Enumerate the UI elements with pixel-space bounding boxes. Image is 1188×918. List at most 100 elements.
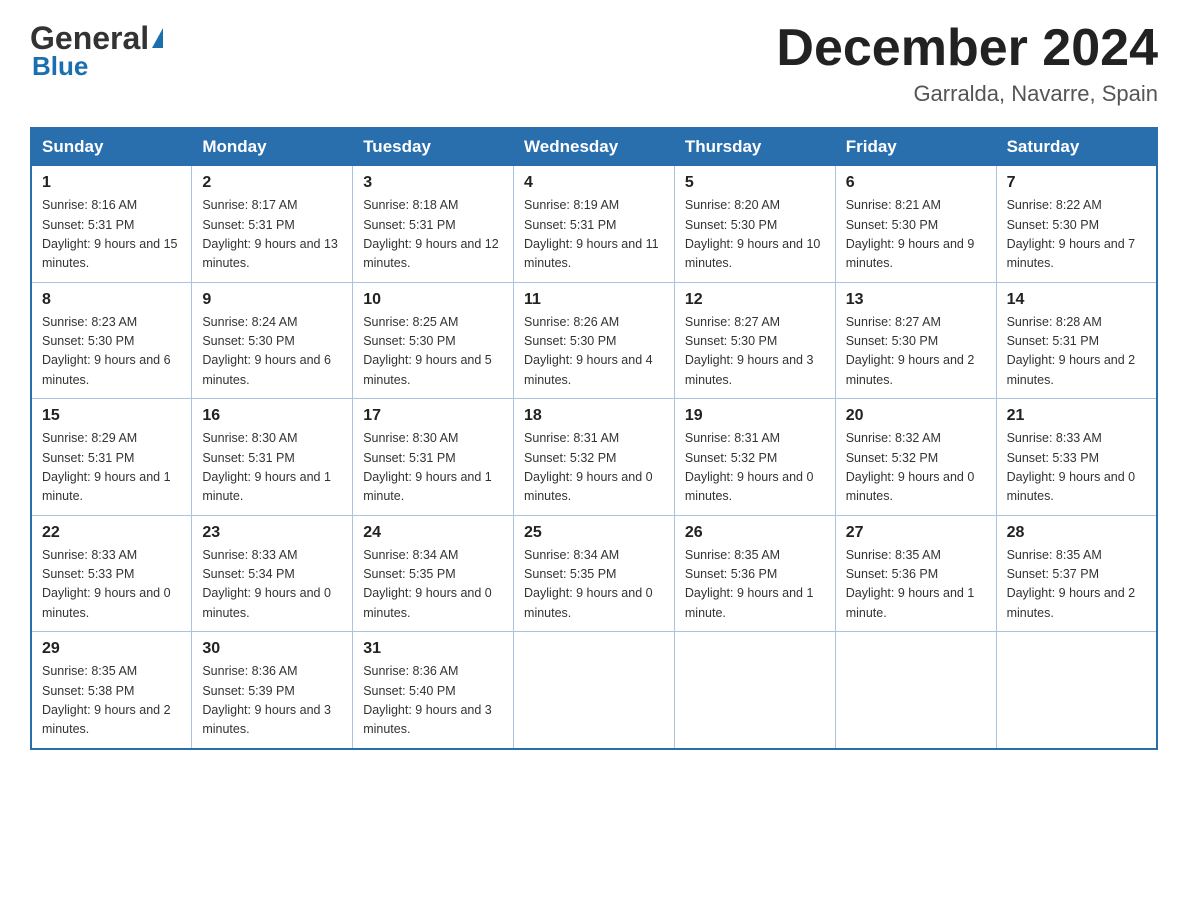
day-header-tuesday: Tuesday (353, 128, 514, 166)
day-info: Sunrise: 8:29 AMSunset: 5:31 PMDaylight:… (42, 429, 181, 507)
day-info: Sunrise: 8:28 AMSunset: 5:31 PMDaylight:… (1007, 313, 1146, 391)
day-info: Sunrise: 8:20 AMSunset: 5:30 PMDaylight:… (685, 196, 825, 274)
day-info: Sunrise: 8:35 AMSunset: 5:37 PMDaylight:… (1007, 546, 1146, 624)
calendar-day-cell: 4 Sunrise: 8:19 AMSunset: 5:31 PMDaylight… (514, 166, 675, 283)
calendar-day-cell: 14Sunrise: 8:28 AMSunset: 5:31 PMDayligh… (996, 282, 1157, 399)
month-title: December 2024 (776, 20, 1158, 77)
day-info: Sunrise: 8:33 AMSunset: 5:34 PMDaylight:… (202, 546, 342, 624)
day-number: 8 (42, 291, 181, 309)
day-number: 27 (846, 524, 986, 542)
day-number: 7 (1007, 174, 1146, 192)
calendar-day-cell: 6Sunrise: 8:21 AMSunset: 5:30 PMDaylight… (835, 166, 996, 283)
calendar-week-row: 8 Sunrise: 8:23 AMSunset: 5:30 PMDaylight… (31, 282, 1157, 399)
day-header-thursday: Thursday (674, 128, 835, 166)
day-number: 11 (524, 291, 664, 309)
day-info: Sunrise: 8:34 AMSunset: 5:35 PMDaylight:… (363, 546, 503, 624)
calendar-day-cell: 12 Sunrise: 8:27 AMSunset: 5:30 PMDayligh… (674, 282, 835, 399)
day-number: 1 (42, 174, 181, 192)
day-info: Sunrise: 8:33 AMSunset: 5:33 PMDaylight:… (1007, 429, 1146, 507)
calendar-day-cell (996, 632, 1157, 749)
day-header-saturday: Saturday (996, 128, 1157, 166)
calendar-day-cell: 19Sunrise: 8:31 AMSunset: 5:32 PMDayligh… (674, 399, 835, 516)
day-number: 5 (685, 174, 825, 192)
calendar-day-cell: 25 Sunrise: 8:34 AMSunset: 5:35 PMDayligh… (514, 515, 675, 632)
day-info: Sunrise: 8:19 AMSunset: 5:31 PMDaylight:… (524, 196, 664, 274)
day-number: 15 (42, 407, 181, 425)
calendar-day-cell: 7 Sunrise: 8:22 AMSunset: 5:30 PMDaylight… (996, 166, 1157, 283)
day-number: 25 (524, 524, 664, 542)
calendar-day-cell (514, 632, 675, 749)
logo: General Blue (30, 20, 163, 82)
day-info: Sunrise: 8:35 AMSunset: 5:36 PMDaylight:… (846, 546, 986, 624)
day-info: Sunrise: 8:16 AMSunset: 5:31 PMDaylight:… (42, 196, 181, 274)
day-number: 21 (1007, 407, 1146, 425)
calendar-day-cell: 24 Sunrise: 8:34 AMSunset: 5:35 PMDayligh… (353, 515, 514, 632)
page-header: General Blue December 2024 Garralda, Nav… (30, 20, 1158, 107)
calendar-day-cell: 29 Sunrise: 8:35 AMSunset: 5:38 PMDayligh… (31, 632, 192, 749)
day-info: Sunrise: 8:31 AMSunset: 5:32 PMDaylight:… (524, 429, 664, 507)
calendar-day-cell: 10 Sunrise: 8:25 AMSunset: 5:30 PMDayligh… (353, 282, 514, 399)
day-number: 10 (363, 291, 503, 309)
day-number: 4 (524, 174, 664, 192)
logo-triangle-icon (152, 28, 163, 48)
calendar-day-cell: 23 Sunrise: 8:33 AMSunset: 5:34 PMDayligh… (192, 515, 353, 632)
day-info: Sunrise: 8:36 AMSunset: 5:39 PMDaylight:… (202, 662, 342, 740)
day-number: 24 (363, 524, 503, 542)
calendar-day-cell: 15 Sunrise: 8:29 AMSunset: 5:31 PMDayligh… (31, 399, 192, 516)
day-info: Sunrise: 8:30 AMSunset: 5:31 PMDaylight:… (202, 429, 342, 507)
day-info: Sunrise: 8:25 AMSunset: 5:30 PMDaylight:… (363, 313, 503, 391)
day-info: Sunrise: 8:35 AMSunset: 5:36 PMDaylight:… (685, 546, 825, 624)
day-number: 12 (685, 291, 825, 309)
calendar-title-area: December 2024 Garralda, Navarre, Spain (776, 20, 1158, 107)
day-info: Sunrise: 8:34 AMSunset: 5:35 PMDaylight:… (524, 546, 664, 624)
calendar-table: SundayMondayTuesdayWednesdayThursdayFrid… (30, 127, 1158, 750)
calendar-day-cell: 31Sunrise: 8:36 AMSunset: 5:40 PMDayligh… (353, 632, 514, 749)
calendar-day-cell: 13 Sunrise: 8:27 AMSunset: 5:30 PMDayligh… (835, 282, 996, 399)
calendar-day-cell: 9 Sunrise: 8:24 AMSunset: 5:30 PMDaylight… (192, 282, 353, 399)
day-info: Sunrise: 8:35 AMSunset: 5:38 PMDaylight:… (42, 662, 181, 740)
calendar-week-row: 1 Sunrise: 8:16 AMSunset: 5:31 PMDaylight… (31, 166, 1157, 283)
day-info: Sunrise: 8:31 AMSunset: 5:32 PMDaylight:… (685, 429, 825, 507)
day-info: Sunrise: 8:22 AMSunset: 5:30 PMDaylight:… (1007, 196, 1146, 274)
calendar-day-cell: 2Sunrise: 8:17 AMSunset: 5:31 PMDaylight… (192, 166, 353, 283)
day-info: Sunrise: 8:32 AMSunset: 5:32 PMDaylight:… (846, 429, 986, 507)
calendar-day-cell: 5 Sunrise: 8:20 AMSunset: 5:30 PMDaylight… (674, 166, 835, 283)
calendar-day-cell: 28 Sunrise: 8:35 AMSunset: 5:37 PMDayligh… (996, 515, 1157, 632)
day-info: Sunrise: 8:27 AMSunset: 5:30 PMDaylight:… (685, 313, 825, 391)
day-info: Sunrise: 8:27 AMSunset: 5:30 PMDaylight:… (846, 313, 986, 391)
day-header-friday: Friday (835, 128, 996, 166)
calendar-day-cell: 17Sunrise: 8:30 AMSunset: 5:31 PMDayligh… (353, 399, 514, 516)
day-number: 13 (846, 291, 986, 309)
calendar-day-cell: 1 Sunrise: 8:16 AMSunset: 5:31 PMDaylight… (31, 166, 192, 283)
day-info: Sunrise: 8:24 AMSunset: 5:30 PMDaylight:… (202, 313, 342, 391)
day-number: 28 (1007, 524, 1146, 542)
day-number: 2 (202, 174, 342, 192)
calendar-week-row: 15 Sunrise: 8:29 AMSunset: 5:31 PMDayligh… (31, 399, 1157, 516)
day-header-sunday: Sunday (31, 128, 192, 166)
calendar-week-row: 22Sunrise: 8:33 AMSunset: 5:33 PMDayligh… (31, 515, 1157, 632)
day-info: Sunrise: 8:36 AMSunset: 5:40 PMDaylight:… (363, 662, 503, 740)
day-info: Sunrise: 8:23 AMSunset: 5:30 PMDaylight:… (42, 313, 181, 391)
calendar-week-row: 29 Sunrise: 8:35 AMSunset: 5:38 PMDayligh… (31, 632, 1157, 749)
logo-blue-text: Blue (30, 51, 88, 82)
calendar-day-cell: 30Sunrise: 8:36 AMSunset: 5:39 PMDayligh… (192, 632, 353, 749)
calendar-day-cell: 27 Sunrise: 8:35 AMSunset: 5:36 PMDayligh… (835, 515, 996, 632)
calendar-day-cell: 11 Sunrise: 8:26 AMSunset: 5:30 PMDayligh… (514, 282, 675, 399)
day-info: Sunrise: 8:18 AMSunset: 5:31 PMDaylight:… (363, 196, 503, 274)
calendar-day-cell: 16 Sunrise: 8:30 AMSunset: 5:31 PMDayligh… (192, 399, 353, 516)
day-number: 16 (202, 407, 342, 425)
day-number: 29 (42, 640, 181, 658)
day-header-monday: Monday (192, 128, 353, 166)
calendar-day-cell (674, 632, 835, 749)
day-number: 3 (363, 174, 503, 192)
day-number: 17 (363, 407, 503, 425)
day-number: 20 (846, 407, 986, 425)
calendar-header: SundayMondayTuesdayWednesdayThursdayFrid… (31, 128, 1157, 166)
day-number: 23 (202, 524, 342, 542)
day-number: 22 (42, 524, 181, 542)
day-number: 9 (202, 291, 342, 309)
day-info: Sunrise: 8:26 AMSunset: 5:30 PMDaylight:… (524, 313, 664, 391)
calendar-day-cell: 22Sunrise: 8:33 AMSunset: 5:33 PMDayligh… (31, 515, 192, 632)
day-number: 6 (846, 174, 986, 192)
calendar-day-cell: 18Sunrise: 8:31 AMSunset: 5:32 PMDayligh… (514, 399, 675, 516)
